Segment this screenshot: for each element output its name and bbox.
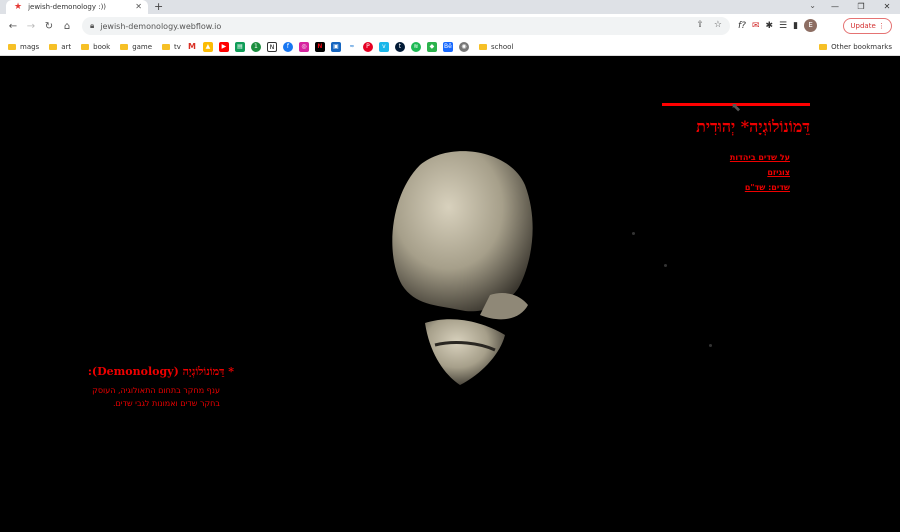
instagram-bookmark-icon[interactable]: ◎ [298,41,309,52]
nav-link-tsugizm[interactable]: צוגיזם [730,165,790,180]
avatar[interactable]: E [804,19,818,32]
new-tab-button[interactable]: + [154,0,163,14]
behance-bookmark-icon[interactable]: Bē [442,41,453,52]
folder-icon [162,43,171,50]
folder-icon [49,43,58,50]
facebook-bookmark-icon[interactable]: f [282,41,293,52]
close-window-icon[interactable]: ✕ [874,0,900,14]
tumblr-bookmark-icon[interactable]: t [394,41,405,52]
bookmark-star-icon[interactable]: ☆ [714,20,722,30]
reading-list-icon[interactable]: ☰ [779,21,787,31]
nav-link-demons-list[interactable]: שדים: שד"ם [730,180,790,195]
skull-3d-model [392,151,533,385]
maximize-icon[interactable]: ❐ [848,0,874,14]
star-favicon-icon: ★ [14,2,23,12]
nav-link-demons-in-judaism[interactable]: על שדים ביהדות [730,150,790,165]
bookmark-folder-game[interactable]: game [120,43,152,51]
youtube-bookmark-icon[interactable]: ▶ [218,41,229,52]
tab-title: jewish-demonology :)) [28,3,107,11]
spotify-bookmark-icon[interactable]: ≋ [410,41,421,52]
bookmark-folder-tv[interactable]: tv [162,43,181,51]
tab-strip: ★ jewish-demonology :)) ✕ + ⌄ — ❐ ✕ [0,0,900,14]
formula-extension-icon[interactable]: f? [738,21,746,31]
particle [632,232,635,235]
folder-icon [819,44,828,50]
forward-icon[interactable]: → [22,21,40,32]
definition-body: ענף מחקר בתחום התאולוגיה, העוסק בחקר שדי… [92,386,220,408]
pinterest-bookmark-icon[interactable]: P [362,41,373,52]
wave-bookmark-icon[interactable]: ≈ [346,41,357,52]
green-circle-bookmark-icon[interactable]: 1 [250,41,261,52]
browser-window: ★ jewish-demonology :)) ✕ + ⌄ — ❐ ✕ ← → … [0,0,900,532]
home-icon[interactable]: ⌂ [58,21,76,32]
lock-icon[interactable]: 🔒︎ [90,21,94,31]
blue-square-bookmark-icon[interactable]: ▣ [330,41,341,52]
browser-toolbar: ← → ↻ ⌂ 🔒︎ jewish-demonology.webflow.io … [0,14,900,38]
back-icon[interactable]: ← [4,21,22,32]
vimeo-bookmark-icon[interactable]: v [378,41,389,52]
share-icon[interactable]: ⇪ [696,20,704,30]
folder-icon [81,43,90,50]
close-tab-icon[interactable]: ✕ [135,2,142,11]
folder-icon [8,43,16,50]
update-button[interactable]: Update ⋮ [843,18,892,34]
grey-circle-bookmark-icon[interactable]: ◉ [458,41,469,52]
bookmark-folder-book[interactable]: book [81,43,110,51]
feedly-bookmark-icon[interactable]: ◆ [426,41,437,52]
notion-bookmark-icon[interactable]: N [266,41,277,52]
gmail-extension-icon[interactable]: ✉ [752,21,760,31]
mouse-cursor-icon: ⬉ [731,100,742,114]
folder-icon [478,43,487,50]
side-panel-icon[interactable]: ▮ [793,21,798,31]
url-text: jewish-demonology.webflow.io [100,21,222,31]
bookmark-folder-art[interactable]: art [49,43,71,51]
sheets-bookmark-icon[interactable]: ▤ [234,41,245,52]
bookmark-folder-mags[interactable]: mags [8,43,39,51]
gmail-bookmark-icon[interactable]: M [186,41,197,52]
site-title: דֵּמוֹנוֹלוֹגְיָה* יְהוּדִית [696,117,810,136]
minimize-icon[interactable]: — [822,0,848,14]
address-bar[interactable]: 🔒︎ jewish-demonology.webflow.io ⇪ ☆ [82,17,730,35]
particle [664,264,667,267]
other-bookmarks[interactable]: Other bookmarks [819,43,892,51]
netflix-bookmark-icon[interactable]: N [314,41,325,52]
reload-icon[interactable]: ↻ [40,21,58,32]
definition-heading: * דֵּמוֹנוֹלוֹגְיָה (Demonology): [87,365,234,378]
browser-tab[interactable]: ★ jewish-demonology :)) ✕ [6,0,148,14]
particle [709,344,712,347]
google-drive-bookmark-icon[interactable]: ▲ [202,41,213,52]
bookmark-folder-school[interactable]: school [478,43,513,51]
bookmarks-bar: mags art book game tv M ▲ ▶ ▤ 1 N f ◎ N … [0,38,900,56]
folder-icon [120,43,129,50]
extensions-puzzle-icon[interactable]: ✱ [766,21,774,31]
site-nav: על שדים ביהדות צוגיזם שדים: שד"ם [730,150,790,195]
page-content: דֵּמוֹנוֹלוֹגְיָה* יְהוּדִית על שדים ביה… [0,57,900,532]
tab-search-icon[interactable]: ⌄ [809,1,816,10]
